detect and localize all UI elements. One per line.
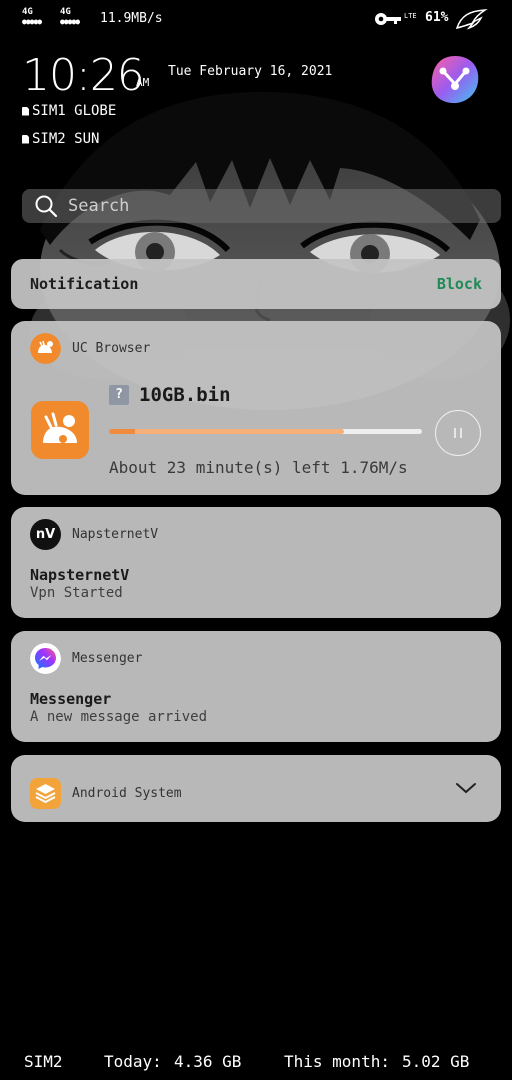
download-file-name: 10GB.bin: [139, 384, 231, 406]
notification-text: Vpn Started: [30, 585, 123, 601]
download-progress-fill: [109, 429, 344, 434]
uc-browser-notification[interactable]: UC Browser ? 10GB.bin About 23 minute(s)…: [11, 321, 501, 495]
download-speed: 1.76M/s: [340, 458, 408, 477]
sim2-label: SIM2 SUN: [32, 131, 100, 147]
napsternetv-icon: nV: [30, 519, 61, 550]
usage-sim: SIM2: [24, 1052, 63, 1071]
notification-app-header: Messenger: [30, 643, 142, 674]
search-icon: [35, 195, 58, 218]
search-bar[interactable]: [22, 189, 501, 223]
status-bar: 4G ●●●●● 4G ●●●●● 11.9MB/s LTE 61%: [0, 0, 512, 40]
app-name: Android System: [72, 786, 182, 801]
notification-app-header: UC Browser: [30, 333, 150, 364]
rog-logo-icon: [455, 9, 488, 30]
notification-header-card: Notification Block: [11, 259, 501, 309]
sim-card-icon: [22, 134, 29, 144]
sim2-carrier: SIM2 SUN: [22, 131, 99, 147]
unknown-file-icon: ?: [109, 385, 129, 405]
download-eta: About 23 minute(s) left: [109, 458, 331, 477]
signal-icon: ●●●●●: [60, 17, 80, 26]
uc-browser-icon: [30, 333, 61, 364]
uc-browser-large-icon: [31, 401, 89, 459]
search-input[interactable]: [68, 196, 468, 216]
android-system-notification[interactable]: Android System: [11, 755, 501, 822]
vpn-app-shortcut-icon[interactable]: [428, 54, 482, 106]
key-icon: [375, 13, 401, 25]
messenger-notification[interactable]: Messenger Messenger A new message arrive…: [11, 631, 501, 742]
notification-title: Messenger: [30, 690, 112, 708]
lte-label: LTE: [404, 12, 417, 20]
network-speed: 11.9MB/s: [100, 11, 163, 26]
app-name: UC Browser: [72, 341, 151, 356]
block-button[interactable]: Block: [437, 275, 482, 293]
notification-text: A new message arrived: [30, 709, 208, 725]
network-type-label: 4G: [22, 7, 33, 17]
pause-icon-bar: [460, 428, 462, 438]
napsternetv-notification[interactable]: nV NapsternetV NapsternetV Vpn Started: [11, 507, 501, 618]
messenger-icon: [30, 643, 61, 674]
signal-indicator-1: 4G ●●●●●: [22, 7, 42, 27]
notification-title: Notification: [30, 275, 139, 293]
download-status: About 23 minute(s) left 1.76M/s: [109, 458, 408, 477]
signal-icon: ●●●●●: [22, 17, 42, 26]
sim1-carrier: SIM1 GLOBE: [22, 103, 116, 119]
battery-percent: 61%: [425, 10, 449, 25]
download-progress-bar: [109, 429, 422, 434]
notification-title: NapsternetV: [30, 566, 130, 584]
usage-month-label: This month:: [284, 1052, 390, 1071]
notification-app-header: nV NapsternetV: [30, 519, 158, 550]
pause-download-button[interactable]: [435, 410, 481, 456]
notification-app-header: Android System: [30, 778, 182, 809]
clock-ampm: AM: [136, 76, 150, 89]
sim-card-icon: [22, 106, 29, 116]
usage-today-value: 4.36 GB: [174, 1052, 242, 1071]
chevron-down-icon[interactable]: [455, 781, 477, 795]
usage-month-value: 5.02 GB: [402, 1052, 470, 1071]
data-usage-bar: SIM2 Today: 4.36 GB This month: 5.02 GB: [0, 1052, 512, 1074]
app-name: Messenger: [72, 651, 143, 666]
date-label: Tue February 16, 2021: [168, 64, 333, 79]
network-type-label: 4G: [60, 7, 71, 17]
sim1-label: SIM1 GLOBE: [32, 103, 117, 119]
pause-icon-bar: [454, 428, 456, 438]
download-progress-lead: [109, 429, 135, 434]
clock-time: 10:26: [22, 50, 145, 101]
usage-today-label: Today:: [104, 1052, 162, 1071]
signal-indicator-2: 4G ●●●●●: [60, 7, 80, 27]
android-system-icon: [30, 778, 61, 809]
app-name: NapsternetV: [72, 527, 159, 542]
